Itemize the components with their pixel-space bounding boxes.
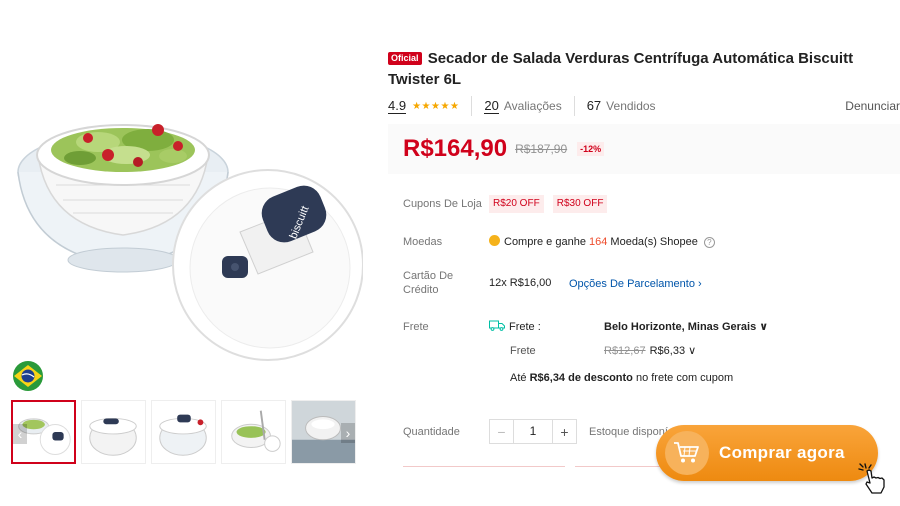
coin-icon	[489, 235, 500, 246]
divider	[573, 96, 575, 116]
discount-badge: -12%	[577, 142, 605, 156]
coins-text-after: Moeda(s) Shopee	[607, 236, 698, 248]
quantity-stepper: − 1 +	[489, 419, 577, 444]
shipping-cost-old: R$12,67	[604, 345, 646, 357]
installment-options-link[interactable]: Opções De Parcelamento ›	[569, 277, 702, 291]
cart-icon	[665, 431, 709, 475]
shipping-to-label: Frete :	[509, 321, 541, 333]
shipping-to: Frete :	[489, 320, 541, 334]
stock-label: Estoque disponí	[589, 426, 668, 438]
shipping-discount-amount: R$6,34 de desconto	[529, 372, 633, 384]
card-label: Cartão De Crédito	[403, 270, 454, 296]
buy-now-button[interactable]: Comprar agora	[656, 425, 878, 481]
quantity-decrease-button[interactable]: −	[490, 420, 514, 443]
divider	[575, 466, 665, 467]
original-price: R$187,90	[515, 142, 568, 156]
report-link[interactable]: Denunciar	[845, 99, 900, 113]
star-rating-icon: ★★★★★	[412, 100, 460, 112]
help-icon[interactable]: ?	[703, 237, 715, 248]
brazil-flag-icon	[11, 360, 46, 392]
quantity-label: Quantidade	[403, 426, 460, 438]
click-cursor-icon	[857, 462, 891, 496]
truck-icon	[489, 320, 505, 331]
coins-label: Moedas	[403, 236, 443, 248]
coupon-20-off[interactable]: R$20 OFF	[489, 195, 544, 213]
shipping-label: Frete	[403, 321, 429, 333]
shipping-cost[interactable]: R$12,67 R$6,33 ∨	[604, 344, 696, 358]
shipping-cost-label: Frete	[510, 345, 536, 357]
chevron-left-icon[interactable]: ‹	[13, 424, 27, 444]
shipping-discount-suffix: no frete com cupom	[632, 372, 734, 384]
thumbnail-3[interactable]	[151, 400, 216, 464]
rating-value[interactable]: 4.9	[388, 98, 407, 114]
reviews-label: Avaliações	[503, 99, 562, 113]
shipping-destination[interactable]: Belo Horizonte, Minas Gerais ∨	[604, 320, 768, 334]
rating-row: 4.9 ★★★★★ 20 Avaliações 67 Vendidos Denu…	[388, 96, 900, 116]
thumbnail-strip: ‹ ›	[11, 400, 363, 466]
current-price: R$164,90	[403, 135, 508, 162]
buy-now-label: Comprar agora	[719, 443, 845, 462]
shipping-cost-new: R$6,33 ∨	[649, 345, 697, 357]
coins-amount: 164	[589, 236, 608, 248]
product-title: Secador de Salada Verduras Centrífuga Au…	[388, 50, 854, 88]
quantity-input[interactable]: 1	[514, 420, 552, 443]
thumbnail-4[interactable]	[221, 400, 286, 464]
reviews-count[interactable]: 20	[484, 98, 499, 114]
shipping-discount-note: Até R$6,34 de desconto no frete com cupo…	[510, 371, 733, 385]
divider	[471, 96, 473, 116]
thumbnail-5[interactable]: ›	[291, 400, 356, 464]
official-badge: Oficial	[388, 52, 422, 65]
coins-info: Compre e ganhe 164 Moeda(s) Shopee?	[489, 235, 715, 249]
thumbnail-1[interactable]: ‹	[11, 400, 76, 464]
product-title-row: Oficial Secador de Salada Verduras Centr…	[388, 48, 900, 90]
coins-text-before: Compre e ganhe	[504, 236, 589, 248]
main-product-image[interactable]: biscuitt	[8, 60, 364, 370]
coupons-list: R$20 OFF R$30 OFF	[489, 195, 613, 213]
thumbnail-2[interactable]	[81, 400, 146, 464]
coupons-label: Cupons De Loja	[403, 198, 482, 210]
divider	[403, 466, 565, 467]
quantity-increase-button[interactable]: +	[552, 420, 576, 443]
sold-label: Vendidos	[606, 99, 656, 113]
chevron-right-icon[interactable]: ›	[341, 423, 355, 443]
coupon-30-off[interactable]: R$30 OFF	[552, 195, 608, 213]
price-box: R$164,90 R$187,90 -12%	[388, 124, 900, 174]
shipping-discount-prefix: Até	[510, 372, 530, 384]
card-installments: 12x R$16,00	[489, 277, 552, 289]
sold-count: 67	[586, 98, 602, 113]
